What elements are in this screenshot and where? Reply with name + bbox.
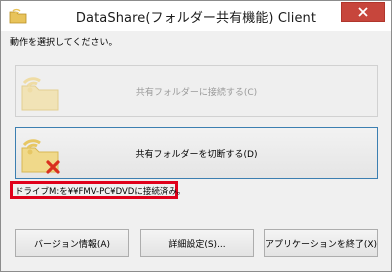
exit-application-button[interactable]: アプリケーションを終了(X) xyxy=(264,229,378,257)
client-area: 動作を選択してください。 共有フォルダーに接続する(C) 共有フォルダーを切断す… xyxy=(1,31,391,271)
instruction-text: 動作を選択してください。 xyxy=(10,38,118,48)
title-bar[interactable]: DataShare(フォルダー共有機能) Client xyxy=(1,1,391,31)
close-icon xyxy=(358,7,368,17)
disconnect-button-label: 共有フォルダーを切断する(D) xyxy=(135,150,258,160)
disconnect-button[interactable]: 共有フォルダーを切断する(D) xyxy=(15,127,378,179)
detail-settings-button[interactable]: 詳細設定(S)... xyxy=(140,229,254,257)
status-highlight: ドライブM:を¥¥FMV-PC¥DVDに接続済み。 xyxy=(10,181,185,199)
connect-button[interactable]: 共有フォルダーに接続する(C) xyxy=(15,65,378,117)
connect-button-label: 共有フォルダーに接続する(C) xyxy=(135,88,258,98)
app-window: DataShare(フォルダー共有機能) Client 動作を選択してください。… xyxy=(0,0,392,272)
window-title: DataShare(フォルダー共有機能) Client xyxy=(75,11,317,26)
close-button[interactable] xyxy=(341,2,385,22)
connection-status-text: ドライブM:を¥¥FMV-PC¥DVDに接続済み。 xyxy=(15,187,186,197)
version-info-button[interactable]: バージョン情報(A) xyxy=(15,229,129,257)
